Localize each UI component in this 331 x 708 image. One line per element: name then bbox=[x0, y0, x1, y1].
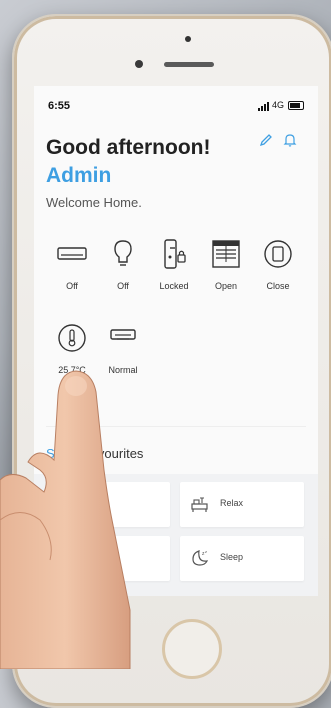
device-label: Locked bbox=[159, 281, 189, 291]
notification-bell-icon[interactable] bbox=[282, 132, 298, 148]
device-label: Close bbox=[266, 281, 290, 291]
welcome-text: Welcome Home. bbox=[46, 195, 142, 210]
favourites-area: me Relax z z Sleep bbox=[34, 474, 318, 596]
device-label: Off bbox=[117, 281, 129, 291]
scene-card-relax[interactable]: Relax bbox=[180, 482, 304, 527]
svg-text:z: z bbox=[205, 549, 207, 554]
greeting-title: Good afternoon! bbox=[46, 136, 211, 159]
scene-label: Sleep bbox=[220, 552, 244, 562]
relax-icon bbox=[191, 497, 208, 512]
device-label: 25.7°C bbox=[58, 365, 86, 375]
device-light[interactable]: Off bbox=[97, 238, 149, 291]
device-thermometer[interactable]: 25.7°C bbox=[46, 322, 98, 375]
air-conditioner-icon bbox=[57, 247, 87, 260]
network-type: 4G bbox=[272, 100, 285, 110]
signal-icon bbox=[258, 102, 269, 111]
front-camera bbox=[185, 36, 191, 42]
device-air-conditioner[interactable]: Off bbox=[46, 238, 98, 291]
scene-label: me bbox=[86, 498, 99, 508]
battery-icon bbox=[288, 101, 304, 110]
device-door[interactable]: Close bbox=[252, 238, 304, 291]
device-door-lock[interactable]: Locked bbox=[148, 238, 200, 291]
thermometer-icon bbox=[58, 324, 86, 352]
favourites-title: Savourites bbox=[46, 446, 143, 461]
device-window-blind[interactable]: Open bbox=[200, 238, 252, 291]
light-bulb-icon bbox=[114, 240, 132, 266]
earpiece-speaker bbox=[164, 62, 214, 67]
home-scene-icon bbox=[58, 497, 74, 512]
sensor-lens bbox=[135, 60, 143, 68]
scene-card-hidden[interactable] bbox=[46, 536, 170, 581]
app-screen: 6:55 4G Good afternoon! Admin Welcome Ho… bbox=[34, 86, 318, 596]
scene-card-home[interactable]: me bbox=[46, 482, 170, 527]
door-lock-icon bbox=[164, 239, 186, 269]
door-icon bbox=[264, 240, 292, 268]
status-time: 6:55 bbox=[48, 100, 71, 112]
smoke-detector-icon bbox=[110, 329, 136, 340]
status-bar: 6:55 4G bbox=[34, 86, 318, 124]
device-label: Open bbox=[214, 281, 238, 291]
user-name: Admin bbox=[46, 164, 112, 187]
home-button[interactable] bbox=[162, 619, 222, 679]
device-label: Normal bbox=[108, 365, 138, 375]
device-label: Off bbox=[66, 281, 78, 291]
scene-card-sleep[interactable]: z z Sleep bbox=[180, 536, 304, 581]
sleep-icon: z z bbox=[192, 549, 209, 566]
section-divider bbox=[46, 426, 306, 427]
scene-label: Relax bbox=[220, 498, 244, 508]
favourites-title-start: S bbox=[46, 446, 55, 461]
edit-pencil-icon[interactable] bbox=[258, 132, 274, 148]
favourites-title-end: avourites bbox=[90, 446, 144, 461]
device-smoke-detector[interactable]: Normal bbox=[97, 322, 149, 375]
window-blind-icon bbox=[212, 240, 240, 268]
